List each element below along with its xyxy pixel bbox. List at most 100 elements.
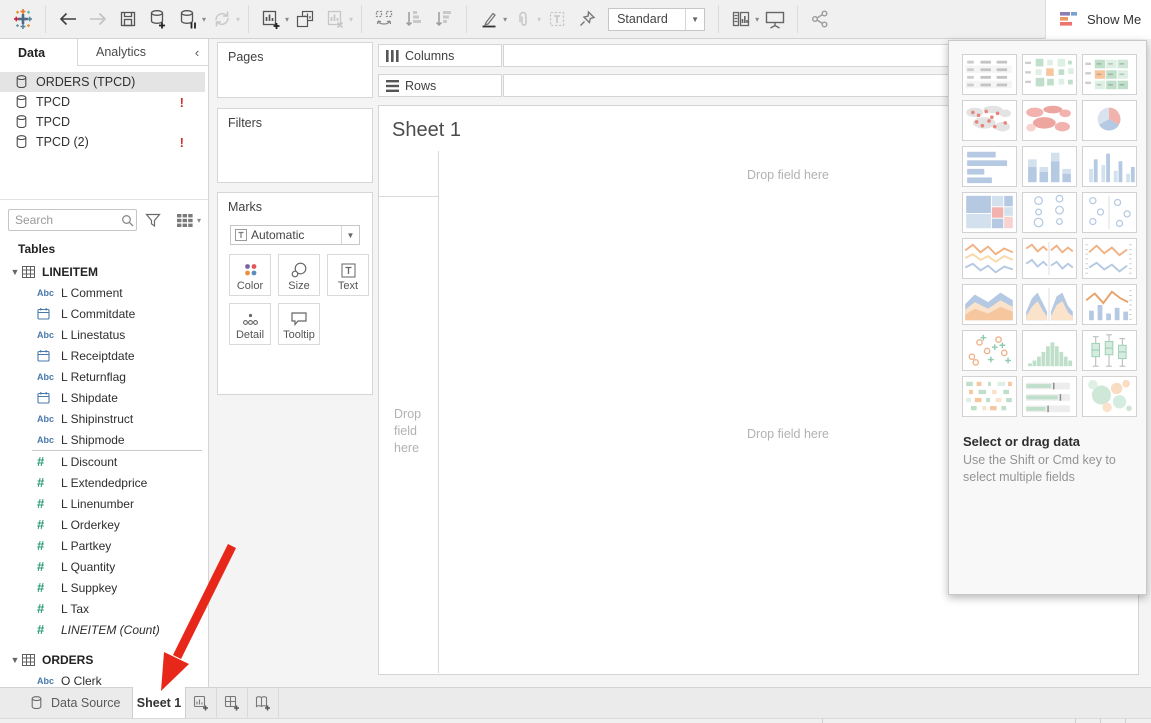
show-me-thumbnail-heat-map[interactable] (1022, 54, 1077, 95)
show-me-thumbnail-symbol-map[interactable] (962, 100, 1017, 141)
table-header-lineitem[interactable]: ▼LINEITEM (0, 261, 208, 282)
highlight-button[interactable] (476, 6, 502, 32)
new-worksheet-tab-button[interactable] (186, 688, 217, 718)
sort-descending-button[interactable] (431, 6, 457, 32)
new-dashboard-tab-button[interactable] (217, 688, 248, 718)
redo-button[interactable] (85, 6, 111, 32)
search-box[interactable] (8, 209, 137, 231)
clear-sheet-caret[interactable]: ▾ (349, 15, 353, 24)
tab-analytics[interactable]: Analytics (78, 39, 186, 66)
new-worksheet-button[interactable] (258, 6, 284, 32)
collapse-pane-icon[interactable]: ‹ (186, 39, 208, 66)
field-item[interactable]: #L Linenumber (0, 493, 208, 514)
fix-axes-button[interactable] (574, 6, 600, 32)
save-button[interactable] (115, 6, 141, 32)
show-me-thumbnail-text-table[interactable] (962, 54, 1017, 95)
table-header-orders[interactable]: ▼ORDERS (0, 649, 208, 670)
show-me-thumbnail-scatter-plot[interactable] (962, 330, 1017, 371)
clear-sheet-button[interactable] (322, 6, 348, 32)
undo-button[interactable] (55, 6, 81, 32)
field-item[interactable]: #L Extendedprice (0, 472, 208, 493)
mark-button-tooltip[interactable]: Tooltip (278, 303, 320, 345)
new-worksheet-caret[interactable]: ▾ (285, 15, 289, 24)
show-me-thumbnail-discrete-lines[interactable] (1022, 238, 1077, 279)
group-members-button[interactable] (510, 6, 536, 32)
mark-button-color[interactable]: Color (229, 254, 271, 296)
show-me-thumbnail-circle-views[interactable] (1022, 192, 1077, 233)
field-item[interactable]: AbcO Clerk (0, 670, 208, 687)
show-me-thumbnail-box-and-whisker[interactable] (1082, 330, 1137, 371)
field-item[interactable]: #L Tax (0, 598, 208, 619)
field-item[interactable]: AbcL Shipmode (0, 429, 208, 450)
field-item[interactable]: AbcL Returnflag (0, 366, 208, 387)
mark-type-dropdown[interactable]: Automatic ▼ (230, 225, 360, 245)
drop-zone-rows[interactable]: Drop field here (394, 406, 432, 457)
mark-button-size[interactable]: Size (278, 254, 320, 296)
datasource-item[interactable]: TPCD! (0, 92, 205, 112)
sheet-tab-active[interactable]: Sheet 1 (132, 687, 186, 718)
field-item[interactable]: #L Suppkey (0, 577, 208, 598)
new-story-tab-button[interactable] (248, 688, 279, 718)
show-me-thumbnail-filled-map[interactable] (1022, 100, 1077, 141)
show-me-thumbnail-dual-combination[interactable] (1082, 284, 1137, 325)
show-hide-cards-button[interactable] (728, 6, 754, 32)
show-me-thumbnail-gantt[interactable] (962, 376, 1017, 417)
pause-auto-updates-button[interactable] (175, 6, 201, 32)
sort-ascending-button[interactable] (401, 6, 427, 32)
show-hide-cards-caret[interactable]: ▾ (755, 15, 759, 24)
filter-fields-icon[interactable] (145, 213, 161, 228)
field-item[interactable]: #L Orderkey (0, 514, 208, 535)
field-item[interactable]: L Receiptdate (0, 345, 208, 366)
fit-selector-caret[interactable]: ▼ (685, 9, 704, 30)
run-update-button[interactable] (209, 6, 235, 32)
show-me-thumbnail-bullet-graph[interactable] (1022, 376, 1077, 417)
field-item[interactable]: #L Partkey (0, 535, 208, 556)
field-item[interactable]: AbcL Linestatus (0, 324, 208, 345)
presentation-mode-button[interactable] (762, 6, 788, 32)
field-item[interactable]: AbcL Comment (0, 282, 208, 303)
group-members-caret[interactable]: ▾ (537, 15, 541, 24)
show-me-thumbnail-packed-bubbles[interactable] (1082, 376, 1137, 417)
datasource-item[interactable]: TPCD (0, 112, 205, 132)
highlight-caret[interactable]: ▾ (503, 15, 507, 24)
show-me-thumbnail-highlight-table[interactable] (1082, 54, 1137, 95)
show-me-button[interactable]: Show Me (1045, 0, 1151, 39)
mark-button-detail[interactable]: Detail (229, 303, 271, 345)
show-me-thumbnail-horizontal-bars[interactable] (962, 146, 1017, 187)
view-options-caret[interactable]: ▾ (197, 216, 201, 225)
show-me-thumbnail-dual-lines[interactable] (1082, 238, 1137, 279)
field-item[interactable]: L Shipdate (0, 387, 208, 408)
field-item[interactable]: #L Quantity (0, 556, 208, 577)
show-me-thumbnail-treemap[interactable] (962, 192, 1017, 233)
show-me-thumbnail-side-by-side-circles[interactable] (1082, 192, 1137, 233)
mark-button-text[interactable]: Text (327, 254, 369, 296)
data-source-tab[interactable]: Data Source (0, 688, 132, 718)
field-item[interactable]: #LINEITEM (Count) (0, 619, 208, 640)
field-item[interactable]: L Commitdate (0, 303, 208, 324)
show-me-thumbnail-discrete-area[interactable] (1022, 284, 1077, 325)
show-me-thumbnail-continuous-lines[interactable] (962, 238, 1017, 279)
mark-type-caret[interactable]: ▼ (341, 226, 359, 244)
datasource-item[interactable]: TPCD (2)! (0, 132, 205, 152)
show-me-thumbnail-continuous-area[interactable] (962, 284, 1017, 325)
filters-shelf[interactable]: Filters (217, 108, 373, 183)
swap-rows-columns-button[interactable] (371, 6, 397, 32)
tab-data[interactable]: Data (0, 39, 78, 66)
share-workbook-button[interactable] (807, 6, 833, 32)
field-item[interactable]: AbcL Shipinstruct (0, 408, 208, 429)
pause-auto-updates-caret[interactable]: ▾ (202, 15, 206, 24)
pages-shelf[interactable]: Pages (217, 42, 373, 98)
search-input[interactable] (9, 213, 118, 227)
new-data-source-button[interactable] (145, 6, 171, 32)
field-item[interactable]: #L Discount (0, 451, 208, 472)
show-me-thumbnail-histogram[interactable] (1022, 330, 1077, 371)
run-update-caret[interactable]: ▾ (236, 15, 240, 24)
duplicate-sheet-button[interactable] (292, 6, 318, 32)
show-me-thumbnail-pie-chart[interactable] (1082, 100, 1137, 141)
show-me-thumbnail-side-by-side-bars[interactable] (1082, 146, 1137, 187)
show-mark-labels-button[interactable] (544, 6, 570, 32)
datasource-item[interactable]: ORDERS (TPCD) (0, 72, 205, 92)
view-options-button[interactable]: ▾ (177, 214, 202, 227)
show-me-thumbnail-stacked-bars[interactable] (1022, 146, 1077, 187)
fit-selector[interactable]: Standard ▼ (608, 8, 705, 31)
